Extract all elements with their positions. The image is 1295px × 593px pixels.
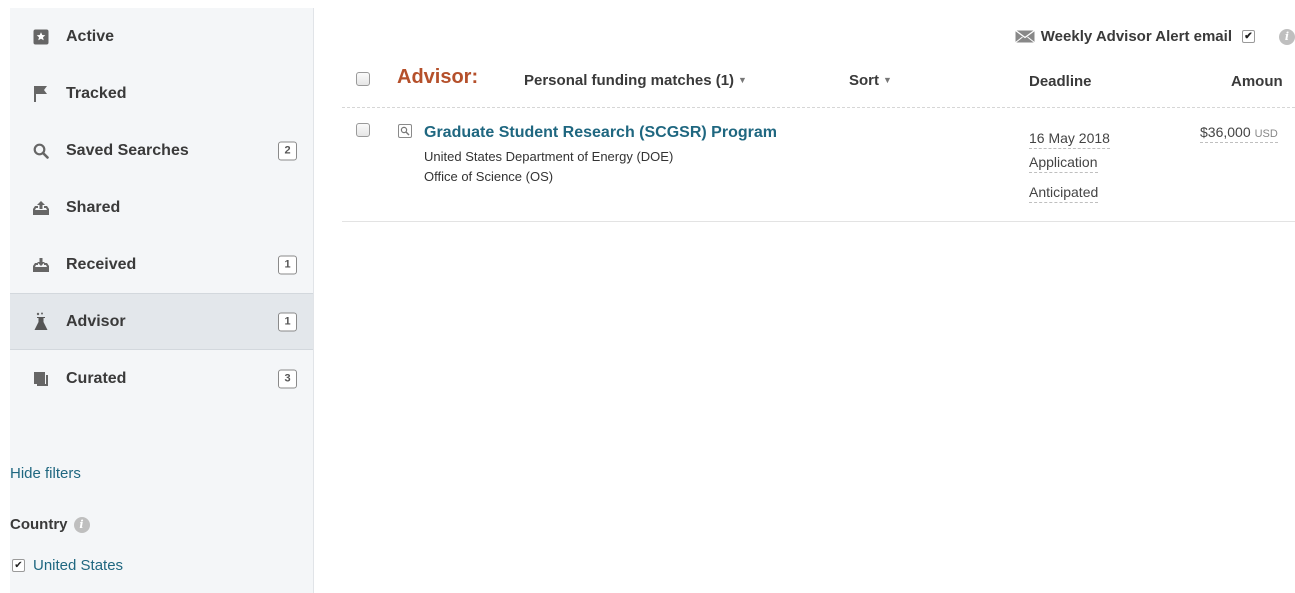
tray-download-icon [32,256,50,274]
select-all-checkbox[interactable] [356,72,370,86]
sidebar-item-shared[interactable]: Shared [10,179,313,236]
sidebar-item-saved-searches[interactable]: Saved Searches 2 [10,122,313,179]
tray-upload-icon [32,199,50,217]
sidebar-item-label: Curated [66,369,127,387]
count-badge: 2 [278,141,297,160]
sidebar-item-label: Saved Searches [66,141,189,159]
star-icon [32,28,50,46]
sidebar-item-active[interactable]: Active [10,8,313,65]
sub-sponsor-name: Office of Science (OS) [424,169,554,184]
column-header-deadline[interactable]: Deadline [1029,73,1092,90]
sidebar-nav: Active Tracked Saved Searches 2 Shared R… [10,8,313,407]
award-amount: $36,000 USD [1200,124,1278,143]
country-option-label: United States [33,557,124,574]
sidebar-item-label: Tracked [66,84,127,102]
info-icon[interactable]: i [73,516,90,533]
documents-icon [32,370,50,388]
preview-icon[interactable] [398,124,412,138]
country-filter-label: Country i [10,516,90,533]
results-header: Advisor: Personal funding matches (1) ▼ S… [342,62,1295,108]
sidebar-item-tracked[interactable]: Tracked [10,65,313,122]
count-badge: 3 [278,369,297,388]
info-icon[interactable]: i [1279,28,1295,45]
caret-down-icon: ▼ [738,75,747,85]
sidebar-item-label: Active [66,27,115,45]
deadline-date: 16 May 2018 [1029,130,1110,149]
country-label-text: Country [10,516,68,533]
count-badge: 1 [278,312,297,331]
sidebar-item-label: Shared [66,198,121,216]
main-content: Weekly Advisor Alert email i Advisor: Pe… [342,0,1295,593]
weekly-alert-checkbox[interactable] [1242,30,1255,43]
sidebar-item-received[interactable]: Received 1 [10,236,313,293]
result-row: Graduate Student Research (SCGSR) Progra… [342,108,1295,222]
search-icon [32,142,50,160]
sidebar-item-label: Advisor [66,312,126,330]
hide-filters-link[interactable]: Hide filters [10,465,81,482]
deadline-status: Anticipated [1029,184,1099,203]
country-checkbox[interactable] [12,559,25,572]
envelope-icon [1014,30,1035,43]
matches-dropdown[interactable]: Personal funding matches (1) ▼ [524,72,747,89]
row-checkbox[interactable] [356,123,370,137]
count-badge: 1 [278,255,297,274]
amount-currency: USD [1254,128,1278,140]
sidebar-item-label: Received [66,255,137,273]
result-title-link[interactable]: Graduate Student Research (SCGSR) Progra… [424,124,777,142]
weekly-alert-label: Weekly Advisor Alert email [1040,28,1232,45]
sort-dropdown[interactable]: Sort ▼ [849,72,892,89]
caret-down-icon: ▼ [883,75,892,85]
sidebar: Active Tracked Saved Searches 2 Shared R… [10,8,314,593]
flag-icon [32,85,50,103]
page-title: Advisor: [397,66,479,88]
matches-dropdown-label: Personal funding matches (1) [524,72,735,89]
weekly-alert-bar: Weekly Advisor Alert email i [1014,28,1295,45]
sponsor-name: United States Department of Energy (DOE) [424,149,674,164]
flask-icon [32,312,50,331]
deadline-type: Application [1029,154,1098,173]
sidebar-item-advisor[interactable]: Advisor 1 [10,293,313,350]
sort-dropdown-label: Sort [849,72,879,89]
sidebar-item-curated[interactable]: Curated 3 [10,350,313,407]
column-header-amount[interactable]: Amoun [1231,73,1283,90]
amount-value: $36,000 [1200,124,1251,140]
country-option-united-states[interactable]: United States [12,557,123,574]
